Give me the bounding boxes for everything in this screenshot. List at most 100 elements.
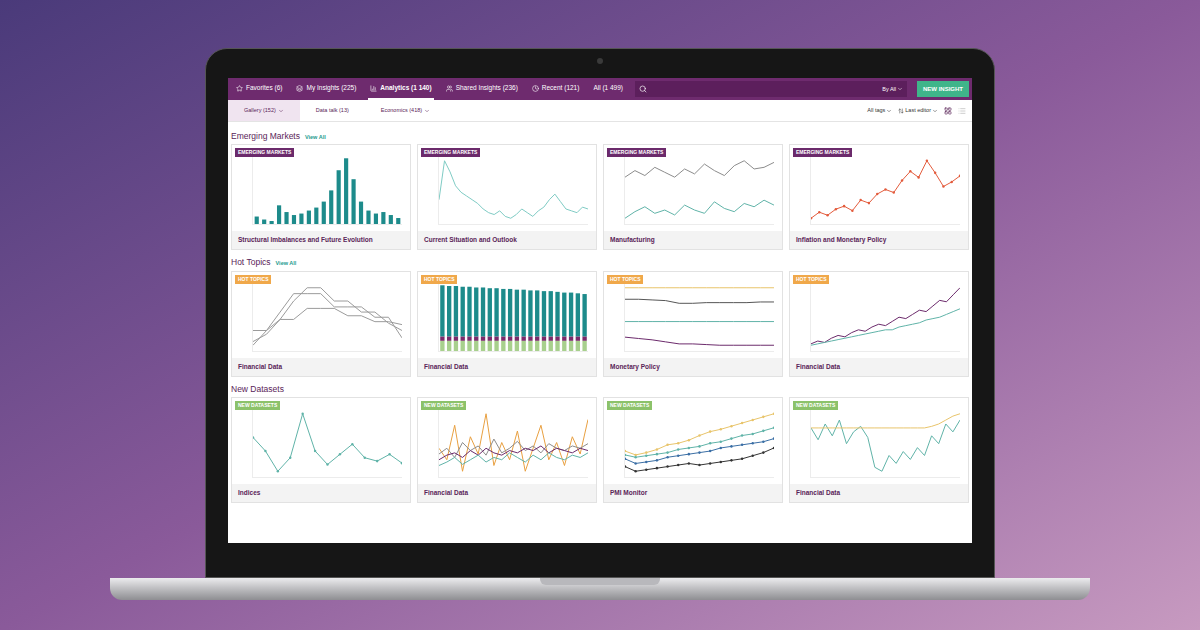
nav-tab[interactable]: My Insights (225) [294,78,358,100]
chart-bar-segment [440,285,444,336]
chart-point [645,460,647,463]
chart-bar-segment [454,286,458,336]
chart-bar-segment [454,340,458,350]
chart-point [851,210,853,213]
chart-bar [299,214,303,224]
sub-tab[interactable]: Data talk (13) [300,100,365,121]
line-chart [811,282,960,351]
chart-bar [262,220,266,224]
chart-bar-segment [467,286,471,336]
chart-point [253,436,254,439]
nav-tab[interactable]: Recent (121) [530,78,582,100]
chart-bar-segment [521,340,525,350]
insight-card[interactable]: EMERGING MARKETSStructural Imbalances an… [231,144,411,250]
chart-bar-segment [562,336,566,340]
card-title: Financial Data [790,358,968,376]
card-badge: EMERGING MARKETS [607,148,666,157]
chart-bar [344,159,348,225]
view-all-link[interactable]: View All [305,133,326,141]
line-chart [625,155,774,224]
card-badge: NEW DATASETS [235,401,280,410]
filter-dropdown[interactable]: Last editor [898,106,938,114]
chart-point [301,412,303,415]
chart-bar-segment [454,336,458,340]
insight-card[interactable]: HOT TOPICSMonetary Policy [603,271,783,377]
search-field[interactable]: By All [635,81,907,97]
chart-line [253,308,402,330]
insight-card[interactable]: HOT TOPICSFinancial Data [231,271,411,377]
filter-dropdown[interactable]: All tags [867,106,892,114]
insight-card[interactable]: NEW DATASETSIndices [231,397,411,503]
chevron-down-icon [278,108,284,114]
chart-point [934,172,936,175]
chart-point [289,456,291,459]
chart-bar-segment [569,336,573,340]
insight-card[interactable]: EMERGING MARKETSManufacturing [603,144,783,250]
nav-tab-icon [236,85,243,92]
chart-point [752,432,754,435]
chart-point [656,466,658,469]
chart-point [773,412,774,415]
insight-card[interactable]: EMERGING MARKETSCurrent Situation and Ou… [417,144,597,250]
chart-bar-segment [481,340,485,350]
card-badge: HOT TOPICS [607,275,643,284]
chart-bar-segment [508,288,512,335]
nav-tab[interactable]: Favorites (6) [234,78,284,100]
chart-line [625,321,774,322]
chart-point [835,208,837,211]
nav-tab-icon [532,85,539,92]
line-chart [439,408,588,477]
chart-bar-segment [508,340,512,350]
sub-tab[interactable]: Gallery (152) [228,100,300,121]
nav-tab[interactable]: Shared Insights (236) [444,78,520,100]
new-insight-button[interactable]: NEW INSIGHT [917,81,969,97]
chart-point [351,442,353,445]
card-badge: EMERGING MARKETS [793,148,852,157]
insight-card[interactable]: NEW DATASETSFinancial Data [789,397,969,503]
chart-line [625,413,774,454]
chart-area: HOT TOPICS [790,272,968,358]
insight-card[interactable]: EMERGING MARKETSInflation and Monetary P… [789,144,969,250]
chart-point [376,459,378,462]
list-view-icon[interactable] [958,107,966,115]
chart-point [762,415,764,418]
nav-tab-icon [446,85,453,92]
chart-bar [374,214,378,224]
chart-bar-segment [494,336,498,340]
chart-point [326,463,328,466]
chart-bar [270,221,274,224]
chart-line [625,337,774,345]
chart-point [645,468,647,471]
chart-point [634,462,636,465]
grid-view-icon[interactable] [944,107,952,115]
chart-bar-segment [528,336,532,340]
chart-bar-segment [481,336,485,340]
chart-point [625,453,626,456]
chart-point [762,451,764,454]
chart-point [917,176,919,179]
view-all-link[interactable]: View All [276,259,297,267]
chart-bar-segment [461,340,465,350]
chart-point [688,446,690,449]
insight-card[interactable]: NEW DATASETSPMI Monitor [603,397,783,503]
bar-chart [253,155,402,224]
insight-card[interactable]: NEW DATASETSFinancial Data [417,397,597,503]
section-header: New Datasets [231,379,969,397]
search-scope[interactable]: By All [882,85,903,93]
chart-bar-segment [555,336,559,340]
nav-tab-icon [296,85,303,92]
nav-tab[interactable]: All (1 499) [591,78,625,100]
chart-point [762,440,764,443]
insight-card[interactable]: HOT TOPICSFinancial Data [417,271,597,377]
chart-point [709,441,711,444]
nav-tab[interactable]: Analytics (1 140) [368,78,433,100]
insight-card[interactable]: HOT TOPICSFinancial Data [789,271,969,377]
chart-line [439,445,588,459]
chart-bar-segment [569,340,573,350]
sub-tab[interactable]: Economics (418) [365,100,446,121]
section-title: Hot Topics [231,257,271,267]
chart-bar [292,215,296,224]
section-title: New Datasets [231,384,284,394]
chart-point [818,211,820,214]
chart-bar [351,179,355,224]
